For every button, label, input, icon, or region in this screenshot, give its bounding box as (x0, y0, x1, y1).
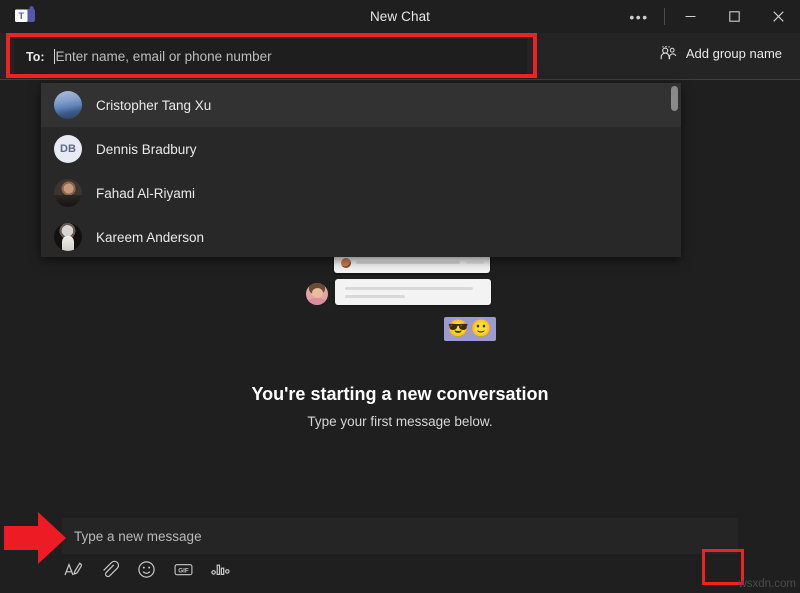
suggestion-name: Dennis Bradbury (96, 142, 197, 157)
empty-state-title: You're starting a new conversation (0, 384, 800, 405)
suggestion-item-2[interactable]: Fahad Al-Riyami (41, 171, 681, 215)
window-controls: ••• (617, 0, 800, 33)
control-divider (664, 8, 665, 25)
suggestion-name: Cristopher Tang Xu (96, 98, 211, 113)
avatar (54, 179, 82, 207)
people-group-icon (660, 46, 677, 61)
suggestion-item-0[interactable]: Cristopher Tang Xu (41, 83, 681, 127)
title-bar: T New Chat ••• (0, 0, 800, 33)
minimize-button[interactable] (668, 0, 712, 33)
maximize-button[interactable] (712, 0, 756, 33)
more-dots-icon: ••• (629, 13, 648, 21)
compose-toolbar: GIF (63, 560, 230, 579)
illustration-row-second (306, 279, 491, 305)
emoji-smile: 🙂 (471, 319, 492, 339)
message-placeholder: Type a new message (74, 529, 202, 544)
minimize-icon (685, 11, 696, 22)
close-button[interactable] (756, 0, 800, 33)
illustration-bubble-second (335, 279, 491, 305)
svg-text:T: T (18, 11, 24, 21)
avatar-initials: DB (60, 143, 76, 155)
suggestion-item-1[interactable]: DB Dennis Bradbury (41, 127, 681, 171)
avatar (54, 223, 82, 251)
add-group-name-label: Add group name (686, 46, 782, 61)
illustration-avatar-person (306, 283, 328, 305)
recipient-bar: To: Enter name, email or phone number Ad… (0, 33, 800, 80)
add-group-name-button[interactable]: Add group name (660, 46, 782, 61)
recipient-suggestions-dropdown[interactable]: Cristopher Tang Xu DB Dennis Bradbury Fa… (41, 83, 681, 257)
gif-icon[interactable]: GIF (174, 560, 193, 579)
svg-text:GIF: GIF (178, 567, 189, 574)
message-input[interactable]: Type a new message (62, 518, 738, 554)
compose-area: Type a new message (0, 501, 800, 593)
maximize-icon (729, 11, 740, 22)
format-text-icon[interactable] (63, 560, 82, 579)
close-icon (773, 11, 784, 22)
recipient-input-field[interactable]: To: Enter name, email or phone number (14, 39, 527, 74)
illustration-emoji-reaction: 😎 🙂 (444, 317, 496, 341)
illustration-avatar-small (341, 258, 351, 268)
suggestion-name: Kareem Anderson (96, 230, 204, 245)
poll-bar-icon[interactable] (211, 560, 230, 579)
suggestion-name: Fahad Al-Riyami (96, 186, 195, 201)
text-caret (54, 49, 55, 64)
paperclip-icon[interactable] (100, 560, 119, 579)
avatar: DB (54, 135, 82, 163)
recipient-placeholder: Enter name, email or phone number (56, 49, 272, 64)
empty-state-subtitle: Type your first message below. (0, 414, 800, 429)
emoji-sunglasses: 😎 (448, 319, 469, 339)
avatar (54, 91, 82, 119)
dropdown-scrollbar[interactable] (671, 86, 678, 111)
teams-new-chat-window: T New Chat ••• (0, 0, 800, 593)
more-options-button[interactable]: ••• (617, 0, 661, 33)
chat-bubbles-illustration: 😎 🙂 (306, 253, 496, 341)
suggestion-item-3[interactable]: Kareem Anderson (41, 215, 681, 257)
to-label: To: (26, 50, 45, 64)
emoji-icon[interactable] (137, 560, 156, 579)
teams-logo-icon: T (14, 6, 36, 27)
